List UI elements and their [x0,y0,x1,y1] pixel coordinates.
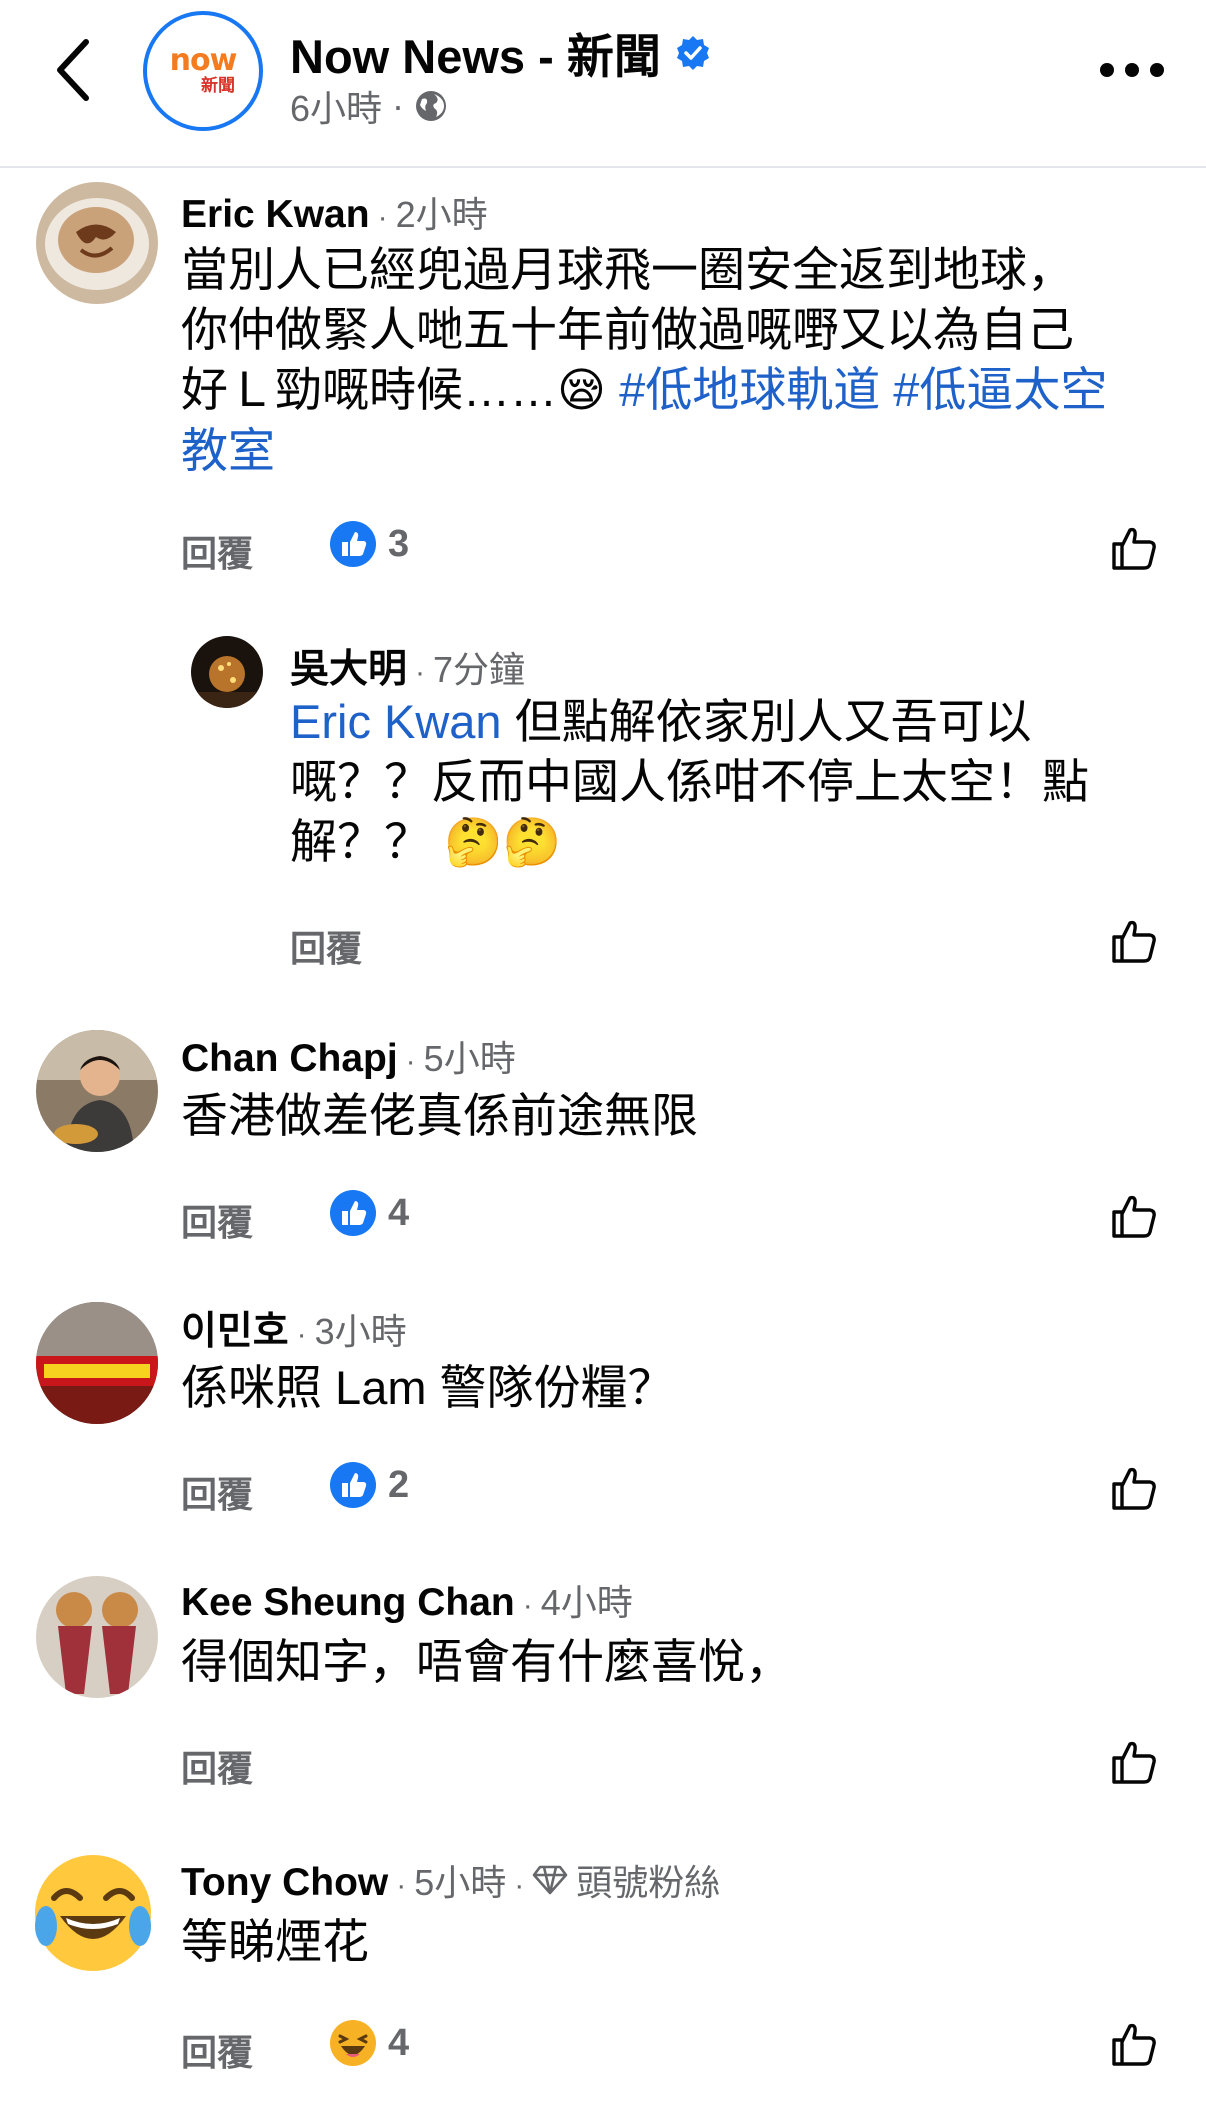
thumbs-up-icon[interactable] [1110,917,1158,965]
comment-line: 你仲做緊人哋五十年前做過嘅嘢又以為自己 [181,303,1074,356]
haha-reaction-icon [330,2020,376,2066]
comment-line: 好Ｌ勁嘅時候……😪 #低地球軌道 #低逼太空 [181,360,1181,421]
logo-sub-text: 新聞 [201,76,235,95]
comment-text: 得個知字，唔會有什麼喜悅， [181,1635,792,1688]
joy-face-emoji-icon [35,1855,151,1971]
thumbs-up-icon[interactable] [1110,1192,1158,1240]
comment-line-text: 好Ｌ勁嘅時候…… [181,363,557,416]
person-photo-avatar-icon [36,1030,158,1152]
separator-dot: · [522,1589,533,1622]
more-options-button[interactable] [1100,58,1164,82]
reaction-summary[interactable]: 2 [330,1462,409,1508]
diamond-icon [532,1865,568,1895]
like-reaction-icon [330,1462,376,1508]
post-time: 6小時 [290,88,383,129]
separator-dot: · [296,1318,307,1351]
reaction-summary[interactable]: 4 [330,2020,409,2066]
comment-time: 2小時 [395,194,488,235]
like-reaction-icon [330,521,376,567]
comment-line: 當別人已經兜過月球飛一圈安全返到地球， [181,243,1074,296]
avatar[interactable] [36,1030,158,1152]
reply-button[interactable]: 回覆 [181,1466,253,1518]
reaction-summary[interactable]: 4 [330,1190,409,1236]
comment-time: 3小時 [314,1311,407,1352]
commenter-name[interactable]: Eric Kwan [181,193,370,237]
page-title[interactable]: Now News - 新聞 [290,18,661,87]
dessert-avatar-icon [36,1576,158,1698]
hashtag-link[interactable]: #低地球軌道 [619,363,880,416]
comment-time: 5小時 [414,1862,507,1903]
comment-line-text: 解？？ [290,815,431,868]
comment-line: 嘅？？反而中國人係咁不停上太空！點 [290,755,1089,808]
more-dot-icon [1125,63,1139,77]
page-avatar[interactable]: now 新聞 [143,11,263,131]
separator-dot: · [396,1869,407,1902]
comment-line-text: 但點解依家別人又吾可以 [501,695,1032,748]
avatar[interactable] [191,636,263,708]
avatar[interactable] [32,1852,154,1974]
separator-dot: · [415,656,426,689]
thumbs-up-icon[interactable] [1110,524,1158,572]
separator-dot: · [514,1869,525,1902]
protest-banner-avatar-icon [36,1302,158,1424]
commenter-name[interactable]: 吳大明 [290,638,407,694]
reaction-count: 4 [388,1191,410,1234]
comment-time: 7分鐘 [433,649,526,690]
night-city-avatar-icon [191,636,263,708]
comment-text: Eric Kwan 但點解依家別人又吾可以 嘅？？反而中國人係咁不停上太空！點 … [290,692,1170,873]
commenter-name[interactable]: 이민호 [181,1300,289,1356]
reply-button[interactable]: 回覆 [181,2024,253,2076]
avatar[interactable] [36,1302,158,1424]
verified-badge-icon [676,35,709,70]
more-dot-icon [1100,63,1114,77]
reaction-count: 4 [388,2021,410,2064]
thinking-face-emoji-icon: 🤔🤔 [444,815,562,870]
logo-now-text: now [169,43,238,78]
top-fan-label: 頭號粉絲 [576,1862,721,1903]
coffee-avatar-icon [36,182,158,304]
reply-button[interactable]: 回覆 [181,1194,253,1246]
separator-dot: · [377,201,388,234]
like-reaction-icon [330,1190,376,1236]
mention-link[interactable]: Eric Kwan [290,695,502,748]
comment-time: 5小時 [423,1038,516,1079]
commenter-name[interactable]: Chan Chapj [181,1037,398,1081]
hashtag-link-continued[interactable]: 教室 [181,421,1181,481]
hashtag-link[interactable]: #低逼太空 [893,363,1107,416]
comment-text: 係咪照 Lam 警隊份糧？ [181,1361,675,1414]
comment-line: 解？？ 🤔🤔 [290,812,1170,873]
separator-dot: · [405,1045,416,1078]
comment-text: 香港做差佬真係前途無限 [181,1089,698,1142]
reply-button[interactable]: 回覆 [181,525,253,577]
avatar[interactable] [36,182,158,304]
reaction-count: 3 [388,522,410,565]
reply-button[interactable]: 回覆 [290,920,362,972]
chevron-left-icon [57,39,89,101]
thumbs-up-icon[interactable] [1110,1738,1158,1786]
thumbs-up-icon[interactable] [1110,1464,1158,1512]
more-dot-icon [1150,63,1164,77]
post-header: now 新聞 Now News - 新聞 6小時 · [0,0,1206,168]
meta-dot: · [392,85,405,126]
sleepy-face-emoji-icon: 😪 [557,363,606,418]
thumbs-up-icon[interactable] [1110,2020,1158,2068]
top-fan-badge: 頭號粉絲 [532,1854,720,1906]
comment-line: Eric Kwan 但點解依家別人又吾可以 [290,692,1170,752]
avatar[interactable] [36,1576,158,1698]
reaction-count: 2 [388,1463,410,1506]
commenter-name[interactable]: Kee Sheung Chan [181,1581,515,1625]
comment-text: 當別人已經兜過月球飛一圈安全返到地球， 你仲做緊人哋五十年前做過嘅嘢又以為自己 … [181,240,1181,481]
globe-icon [416,91,447,121]
commenter-name[interactable]: Tony Chow [181,1861,388,1905]
back-button[interactable] [40,30,104,110]
comment-time: 4小時 [540,1582,633,1623]
reaction-summary[interactable]: 3 [330,521,409,567]
reply-button[interactable]: 回覆 [181,1740,253,1792]
comment-text: 等睇煙花 [181,1915,369,1968]
